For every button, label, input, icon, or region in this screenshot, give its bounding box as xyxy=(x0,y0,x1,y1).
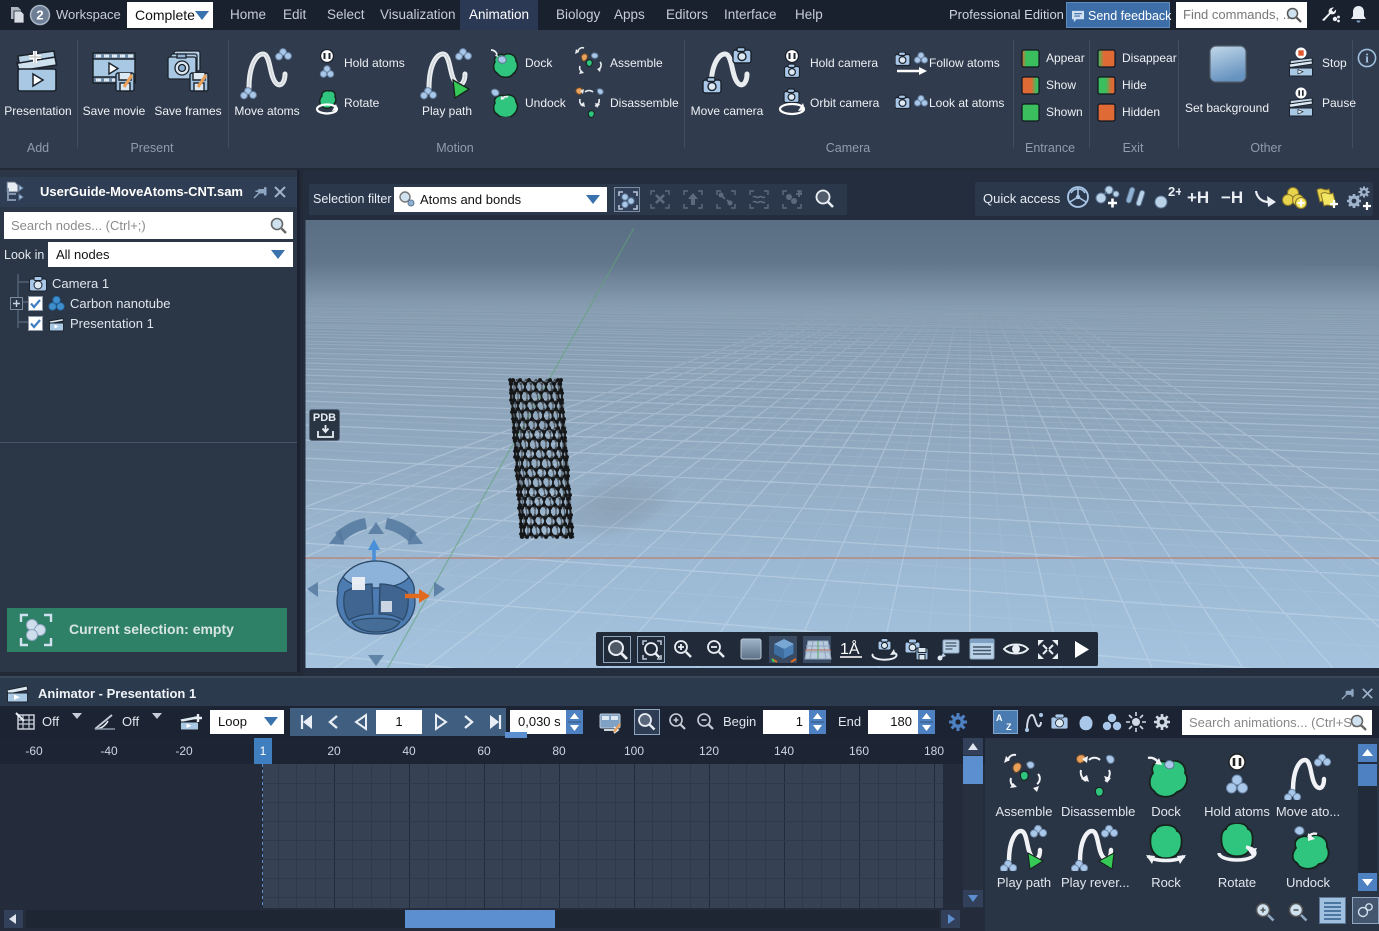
svg-text:A: A xyxy=(996,713,1003,723)
svg-text:+H: +H xyxy=(1187,188,1209,207)
svg-text:2+: 2+ xyxy=(1168,184,1181,199)
svg-text:i: i xyxy=(1365,51,1369,66)
svg-text:−H: −H xyxy=(1221,188,1243,207)
svg-text:2: 2 xyxy=(36,8,43,23)
svg-text:Z: Z xyxy=(1006,722,1012,732)
